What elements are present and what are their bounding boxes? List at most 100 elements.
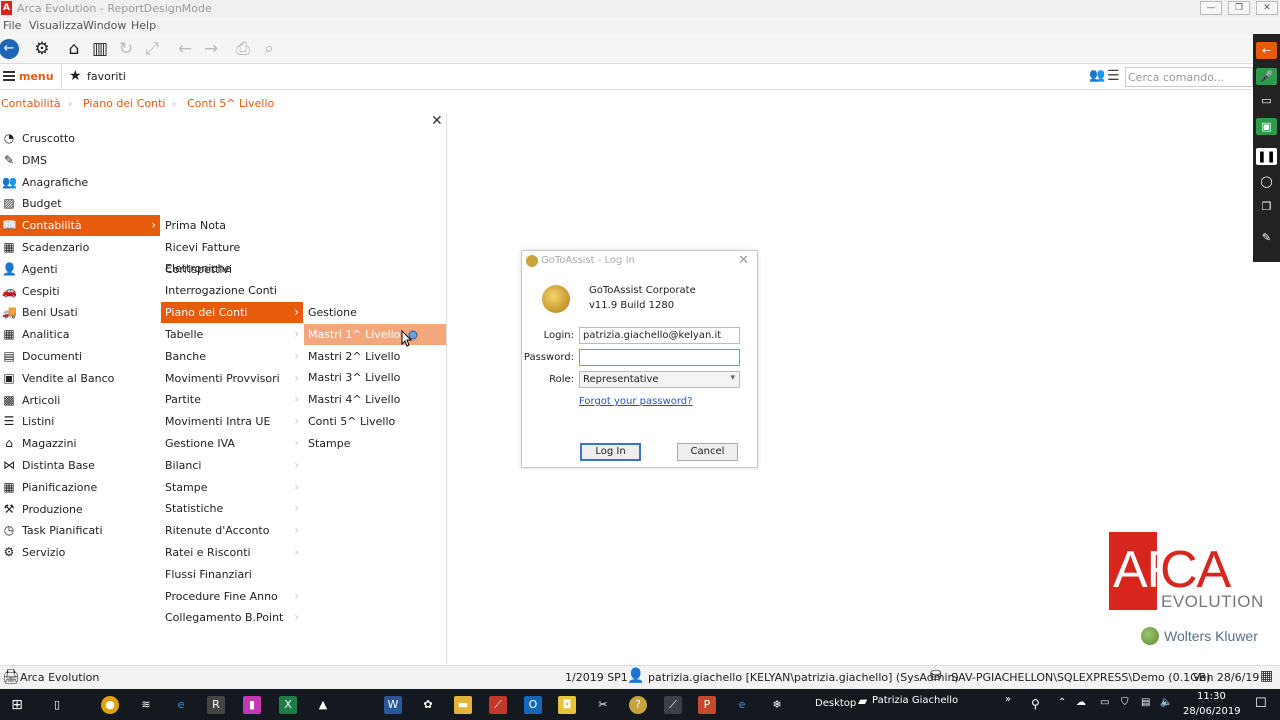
chevron-icon[interactable]: » bbox=[1005, 694, 1011, 705]
chrome-icon[interactable]: ● bbox=[101, 696, 119, 714]
menu2-item[interactable]: Corrispettivi bbox=[161, 259, 303, 280]
pause-icon[interactable]: ❚❚ bbox=[1256, 148, 1277, 165]
menu1-item[interactable]: 🚗 Cespiti bbox=[0, 281, 150, 302]
expand-icon[interactable]: ⤢ bbox=[141, 38, 163, 60]
pen-icon[interactable]: ✎ bbox=[1256, 229, 1277, 246]
volume-icon[interactable]: 🔈 bbox=[1160, 697, 1172, 708]
acrobat-icon[interactable]: ⟋ bbox=[489, 696, 507, 714]
battery-icon[interactable]: ▭ bbox=[1100, 697, 1109, 708]
menu2-item[interactable]: Interrogazione Conti bbox=[161, 280, 303, 301]
breadcrumb-item-piano-dei-conti[interactable]: Piano dei Conti bbox=[83, 97, 165, 110]
dialog-close-icon[interactable]: ✕ bbox=[738, 253, 749, 268]
menu3-item[interactable]: Mastri 1^ Livello bbox=[304, 323, 446, 345]
menu2-item[interactable]: Flussi Finanziari bbox=[161, 564, 303, 585]
menu3-item[interactable]: Conti 5^ Livello bbox=[304, 411, 446, 432]
menu1-item[interactable]: ◔ Cruscotto bbox=[0, 128, 150, 149]
role-select[interactable]: Representative ▾ bbox=[579, 371, 740, 388]
user-label[interactable]: Patrizia Giachello bbox=[872, 695, 958, 706]
excel-icon[interactable]: X bbox=[279, 696, 297, 714]
close-menu-icon[interactable]: ✕ bbox=[431, 113, 443, 129]
menu2-item[interactable]: Movimenti Intra UE › bbox=[161, 411, 303, 432]
users-icon[interactable]: 👥 bbox=[1089, 68, 1105, 83]
refresh-icon[interactable]: ↻ bbox=[115, 38, 137, 60]
menu2-item[interactable]: Ratei e Risconti › bbox=[161, 542, 303, 563]
menu-button[interactable]: menu bbox=[0, 64, 62, 90]
menu1-item[interactable]: ▦ Scadenzario bbox=[0, 237, 150, 258]
menu3-item[interactable]: Gestione bbox=[304, 302, 446, 323]
menu2-item[interactable]: Bilanci › bbox=[161, 455, 303, 476]
menu1-item[interactable]: 👤 Agenti bbox=[0, 259, 150, 280]
arrow-app-icon[interactable]: ▲ bbox=[314, 696, 332, 714]
menu1-item[interactable]: ⚒ Produzione bbox=[0, 499, 150, 520]
menu1-item[interactable]: ☰ Listini bbox=[0, 411, 150, 432]
menu2-item[interactable]: Piano dei Conti › bbox=[161, 302, 303, 324]
screen-icon[interactable]: ▣ bbox=[1256, 118, 1277, 135]
menu1-item[interactable]: ▨ Budget bbox=[0, 193, 150, 214]
clock-time[interactable]: 11:30 bbox=[1197, 691, 1226, 702]
list-icon[interactable]: ☰ bbox=[1107, 68, 1120, 84]
windows-start-icon[interactable]: ⊞ bbox=[8, 696, 26, 714]
menu2-item[interactable]: Ritenute d'Acconto › bbox=[161, 520, 303, 541]
maximize-button[interactable]: ❐ bbox=[1228, 1, 1250, 15]
back-circle-icon[interactable]: ← bbox=[0, 39, 19, 59]
chat-icon[interactable]: ◘ bbox=[558, 696, 576, 714]
tray-arrow-icon[interactable]: ⌃ bbox=[1058, 697, 1066, 708]
microphone-icon[interactable]: 🎤 bbox=[1256, 68, 1277, 85]
menu2-item[interactable]: Partite › bbox=[161, 389, 303, 410]
desktop-label[interactable]: Desktop bbox=[815, 698, 856, 709]
menu1-item[interactable]: 📖 Contabilità › bbox=[0, 215, 160, 237]
menu1-item[interactable]: ✎ DMS bbox=[0, 150, 150, 171]
menu1-item[interactable]: 🚚 Beni Usati bbox=[0, 302, 150, 323]
search-input[interactable]: Cerca comando... bbox=[1125, 67, 1253, 87]
menu1-item[interactable]: ▩ Articoli bbox=[0, 390, 150, 411]
menu2-item[interactable]: Collegamento B.Point › bbox=[161, 607, 303, 628]
camera-icon[interactable]: ▭ bbox=[1256, 92, 1277, 109]
arrow-left-icon[interactable]: ← bbox=[174, 38, 196, 60]
login-button[interactable]: Log In bbox=[580, 443, 641, 461]
arca-task-icon[interactable]: ⟋ bbox=[664, 696, 682, 714]
chart-icon[interactable]: ▥ bbox=[89, 38, 111, 60]
tools-icon[interactable]: ✂ bbox=[594, 696, 612, 714]
onedrive-icon[interactable]: ☁ bbox=[1076, 697, 1086, 708]
menu1-item[interactable]: ⋈ Distinta Base bbox=[0, 455, 150, 476]
breadcrumb-item-contabilita[interactable]: Contabilità bbox=[1, 97, 61, 110]
arrow-right-icon[interactable]: → bbox=[200, 38, 222, 60]
forgot-password-link[interactable]: Forgot your password? bbox=[579, 396, 692, 407]
remote-icon[interactable]: R bbox=[207, 696, 225, 714]
menu2-item[interactable]: Ricevi Fatture Elettroniche bbox=[161, 237, 303, 275]
menu3-item[interactable]: Mastri 3^ Livello bbox=[304, 367, 446, 388]
menu2-item[interactable]: Procedure Fine Anno › bbox=[161, 586, 303, 607]
menu-help[interactable]: Help bbox=[131, 19, 156, 32]
collapse-arrow-icon[interactable]: ← bbox=[1256, 42, 1277, 59]
onenote-icon[interactable]: ▮ bbox=[243, 696, 261, 714]
mouse-icon[interactable]: ◯ bbox=[1256, 173, 1277, 190]
folder-icon[interactable]: ▬ bbox=[454, 696, 472, 714]
login-input[interactable] bbox=[579, 327, 740, 344]
menu3-item[interactable]: Mastri 4^ Livello bbox=[304, 389, 446, 410]
menu3-item[interactable]: Stampe bbox=[304, 433, 446, 454]
menu-file[interactable]: File bbox=[3, 19, 21, 32]
menu1-item[interactable]: ⌂ Magazzini bbox=[0, 433, 150, 454]
cancel-button[interactable]: Cancel bbox=[677, 443, 738, 461]
minimize-button[interactable]: — bbox=[1200, 1, 1222, 15]
menu1-item[interactable]: ▦ Pianificazione bbox=[0, 477, 150, 498]
menu2-item[interactable]: Movimenti Provvisori › bbox=[161, 368, 303, 389]
gotoassist-icon[interactable]: ? bbox=[629, 696, 647, 714]
notifications-icon[interactable]: ☐ bbox=[1255, 696, 1267, 711]
menu3-item[interactable]: Mastri 2^ Livello bbox=[304, 346, 446, 367]
menu2-item[interactable]: Stampe › bbox=[161, 477, 303, 498]
menu1-item[interactable]: ◷ Task Pianificati bbox=[0, 520, 150, 541]
menu1-item[interactable]: ⚙ Servizio bbox=[0, 542, 150, 563]
paint-icon[interactable]: ✿ bbox=[419, 696, 437, 714]
menu2-item[interactable]: Gestione IVA › bbox=[161, 433, 303, 454]
menu2-item[interactable]: Prima Nota bbox=[161, 215, 303, 236]
clock-date[interactable]: 28/06/2019 bbox=[1183, 706, 1241, 717]
menu1-item[interactable]: ▣ Vendite al Banco bbox=[0, 368, 150, 389]
menu-visualizza[interactable]: Visualizza bbox=[29, 19, 83, 32]
menu1-item[interactable]: 👥 Anagrafiche bbox=[0, 172, 150, 193]
task-view-icon[interactable]: ▯ bbox=[48, 696, 66, 714]
close-window-button[interactable]: ✕ bbox=[1256, 1, 1278, 15]
menu-window[interactable]: Window bbox=[83, 19, 126, 32]
menu2-item[interactable]: Statistiche › bbox=[161, 498, 303, 519]
print-icon[interactable]: ⎙ bbox=[232, 38, 254, 60]
